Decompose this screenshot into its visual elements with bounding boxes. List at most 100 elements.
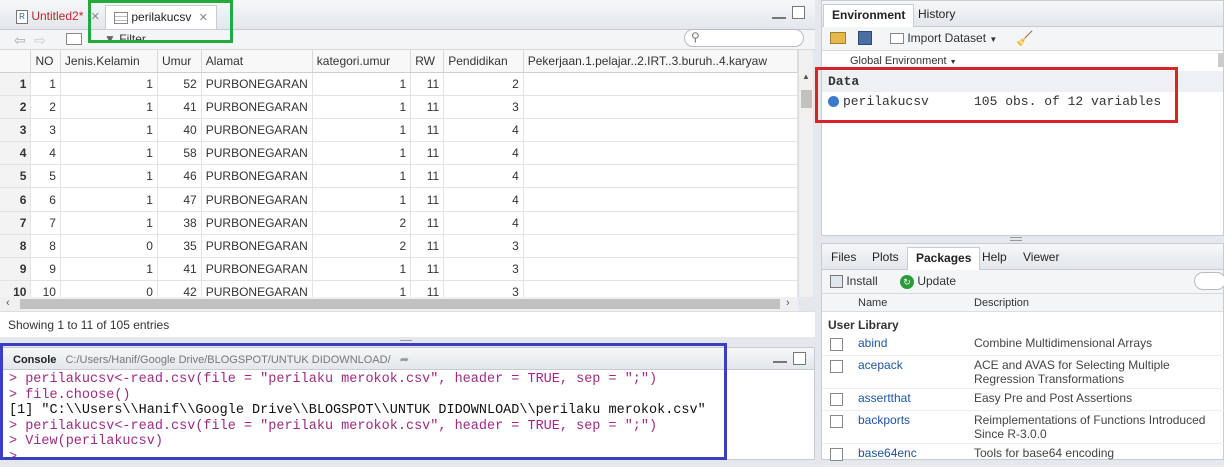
column-header-pekerjaan[interactable]: Pekerjaan.1.pelajar..2.IRT..3.buruh..4.k… [523,50,798,73]
minimize-icon[interactable] [773,355,787,363]
row-number: 4 [0,141,32,166]
maximize-icon[interactable] [792,6,805,19]
table-cell: 1 [60,257,158,282]
row-number: 3 [0,118,32,143]
package-name-link[interactable]: backports [858,413,910,427]
package-row[interactable]: backports Reimplementations of Functions … [822,411,1224,444]
env-scroll-indicator[interactable] [1218,53,1224,67]
table-cell: 4 [30,141,61,166]
close-icon[interactable]: ✕ [91,11,100,23]
column-header-name[interactable]: Name [858,297,887,309]
close-icon[interactable]: ✕ [199,12,208,24]
data-table: NO Jenis.Kelamin Umur Alamat kategori.um… [0,50,798,297]
refresh-icon: ↻ [900,274,914,289]
scroll-left-icon[interactable]: ‹ [6,297,10,309]
data-grid: NO Jenis.Kelamin Umur Alamat kategori.um… [0,50,798,297]
back-arrow-icon[interactable]: ⇦ [14,32,26,49]
table-cell: 0 [60,234,158,259]
broom-icon[interactable]: 🧹 [1016,30,1033,47]
table-cell: 11 [410,187,445,212]
tab-environment[interactable]: Environment [823,4,915,27]
package-name-link[interactable]: abind [858,336,887,350]
filter-button[interactable]: ▼ Filter [104,32,146,46]
column-header-pendidikan[interactable]: Pendidikan [443,50,524,73]
table-cell: 40 [157,118,202,143]
horizontal-scrollbar[interactable]: ‹ › [0,297,798,311]
install-button[interactable]: Install [830,274,878,289]
tab-viewer[interactable]: Viewer [1015,247,1067,270]
table-row[interactable]: 4 4 1 58 PURBONEGARAN 1 11 4 [0,141,798,166]
column-header-kategori-umur[interactable]: kategori.umur [312,50,412,73]
package-name-link[interactable]: acepack [858,358,903,372]
table-row[interactable]: 8 8 0 35 PURBONEGARAN 2 11 3 [0,234,798,259]
minimize-icon[interactable] [772,9,786,19]
table-cell: 5 [30,164,61,189]
table-row[interactable]: 1 1 1 52 PURBONEGARAN 1 11 2 [0,72,798,96]
vertical-scrollbar[interactable]: ▲ [798,50,813,297]
table-row[interactable]: 6 6 1 47 PURBONEGARAN 1 11 4 [0,187,798,212]
pane-splitter-handle[interactable] [1010,237,1022,241]
environment-object-row[interactable]: perilakucsv 105 obs. of 12 variables [822,92,1223,112]
scroll-up-icon[interactable]: ▲ [802,72,810,81]
package-search-input[interactable] [1194,272,1224,290]
column-header-description[interactable]: Description [974,297,1029,309]
r-file-icon: R [16,9,28,24]
package-row[interactable]: acepack ACE and AVAS for Selecting Multip… [822,356,1224,389]
entries-status: Showing 1 to 11 of 105 entries [0,311,815,337]
table-cell: 11 [410,257,445,282]
package-checkbox[interactable] [830,338,843,351]
tab-plots[interactable]: Plots [864,247,907,270]
package-row[interactable]: abind Combine Multidimensional Arrays [822,334,1224,356]
package-row[interactable]: assertthat Easy Pre and Post Assertions [822,389,1224,411]
packages-column-header: Name Description [822,294,1223,312]
table-row[interactable]: 3 3 1 40 PURBONEGARAN 1 11 4 [0,118,798,143]
tab-files[interactable]: Files [823,247,864,270]
table-cell: 11 [410,95,445,119]
table-cell: 1 [60,164,158,189]
table-cell: 11 [410,141,445,166]
tab-untitled2[interactable]: R Untitled2* ✕ [8,5,108,29]
table-row[interactable]: 5 5 1 46 PURBONEGARAN 1 11 4 [0,164,798,189]
column-header-alamat[interactable]: Alamat [201,50,313,73]
save-icon[interactable] [858,31,872,45]
column-header-umur[interactable]: Umur [157,50,202,73]
table-row[interactable]: 7 7 1 38 PURBONEGARAN 2 11 4 [0,211,798,235]
maximize-icon[interactable] [793,352,806,365]
forward-arrow-icon[interactable]: ⇨ [34,32,46,49]
package-checkbox[interactable] [830,360,843,373]
package-checkbox[interactable] [830,448,843,461]
table-cell: PURBONEGARAN [201,257,313,282]
hscroll-thumb[interactable] [20,299,780,309]
scrollbar-thumb[interactable] [801,90,812,108]
go-to-directory-icon[interactable]: ➦ [400,354,409,366]
popout-icon[interactable] [66,33,82,45]
object-name[interactable]: perilakucsv [843,94,929,109]
package-name-link[interactable]: base64enc [858,446,917,460]
tab-help[interactable]: Help [974,247,1015,270]
column-header-no[interactable]: NO [30,50,61,73]
package-name-link[interactable]: assertthat [858,391,911,405]
search-input[interactable]: ⚲ [684,29,804,47]
update-button[interactable]: ↻ Update [900,274,956,289]
table-row[interactable]: 2 2 1 41 PURBONEGARAN 1 11 3 [0,95,798,119]
package-row[interactable]: base64enc Tools for base64 encoding [822,444,1224,466]
import-dataset-button[interactable]: Import Dataset ▼ [890,31,997,45]
global-environment-selector[interactable]: Global Environment ▼ [822,51,1223,71]
table-row[interactable]: 10 10 0 42 PURBONEGARAN 1 11 3 [0,280,798,297]
console-output[interactable]: > perilakucsv<-read.csv(file = "perilaku… [1,370,814,467]
tab-perilakucsv[interactable]: perilakucsv ✕ [105,5,217,29]
package-checkbox[interactable] [830,393,843,406]
package-checkbox[interactable] [830,415,843,428]
column-header-jenis-kelamin[interactable]: Jenis.Kelamin [60,50,158,73]
expand-icon[interactable] [828,96,839,107]
table-row[interactable]: 9 9 1 41 PURBONEGARAN 1 11 3 [0,257,798,282]
column-header-rw[interactable]: RW [410,50,445,73]
tab-packages[interactable]: Packages [907,247,981,270]
table-cell [523,234,798,259]
pane-splitter-handle[interactable] [400,340,412,344]
table-icon [114,11,128,24]
tab-history[interactable]: History [910,4,963,27]
scroll-right-icon[interactable]: › [786,297,790,309]
table-cell: 1 [312,187,412,212]
open-folder-icon[interactable] [830,32,846,44]
